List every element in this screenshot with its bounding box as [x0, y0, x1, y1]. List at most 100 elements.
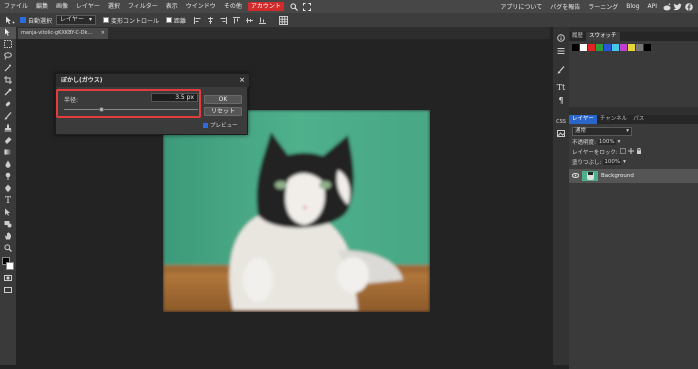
- align-left-icon[interactable]: [193, 16, 202, 24]
- grid-icon[interactable]: [277, 15, 289, 25]
- align-middle-icon[interactable]: [245, 17, 254, 24]
- menu-image[interactable]: 画像: [52, 0, 72, 13]
- eyedropper-tool[interactable]: [0, 87, 16, 99]
- properties-panel-button[interactable]: [553, 45, 569, 58]
- close-icon[interactable]: ×: [239, 74, 245, 87]
- layer-row[interactable]: Background: [569, 169, 698, 183]
- blur-tool[interactable]: [0, 159, 16, 171]
- screen-mode-tool[interactable]: [0, 285, 16, 297]
- auto-select-checkbox[interactable]: [20, 17, 26, 23]
- account-button[interactable]: アカウント: [247, 2, 284, 11]
- chevron-down-icon[interactable]: ▾: [618, 139, 621, 145]
- color-swatch[interactable]: [644, 44, 651, 51]
- zoom-tool[interactable]: [0, 243, 16, 255]
- bug-report-link[interactable]: バグを報告: [546, 2, 584, 11]
- color-swatch[interactable]: [604, 44, 611, 51]
- image-panel-button[interactable]: [553, 128, 569, 141]
- facebook-icon[interactable]: [683, 2, 694, 11]
- tab-swatches[interactable]: スウォッチ: [586, 32, 620, 41]
- color-swatch[interactable]: [580, 44, 587, 51]
- paragraph-panel-button[interactable]: ¶: [553, 94, 569, 107]
- lock-pixels-icon[interactable]: [619, 148, 626, 156]
- reset-button[interactable]: リセット: [204, 107, 242, 116]
- color-swatch[interactable]: [572, 44, 579, 51]
- quick-select-tool[interactable]: [0, 63, 16, 75]
- menu-more[interactable]: その他: [220, 0, 246, 13]
- menu-layer[interactable]: レイヤー: [72, 0, 104, 13]
- tab-layers[interactable]: レイヤー: [569, 115, 597, 124]
- align-right-icon[interactable]: [219, 16, 228, 24]
- menu-file[interactable]: ファイル: [0, 0, 32, 13]
- menu-edit[interactable]: 編集: [32, 0, 52, 13]
- align-center-icon[interactable]: [206, 16, 215, 24]
- distances-option[interactable]: 距離: [166, 16, 186, 25]
- menu-view[interactable]: 表示: [162, 0, 182, 13]
- shape-tool[interactable]: [0, 219, 16, 231]
- auto-select-target-dropdown[interactable]: レイヤー ▾: [56, 15, 97, 25]
- reddit-icon[interactable]: [661, 3, 672, 11]
- crop-tool[interactable]: [0, 75, 16, 87]
- align-bottom-icon[interactable]: [258, 17, 267, 24]
- lock-all-icon[interactable]: [636, 147, 642, 156]
- radius-input[interactable]: 3.5 px: [151, 93, 198, 102]
- color-swatch[interactable]: [588, 44, 595, 51]
- character-panel-button[interactable]: Tt: [553, 81, 569, 94]
- color-swatch[interactable]: [620, 44, 627, 51]
- auto-select-option[interactable]: 自動選択: [20, 16, 52, 25]
- pen-tool[interactable]: [0, 183, 16, 195]
- marquee-tool[interactable]: [0, 39, 16, 51]
- about-link[interactable]: アプリについて: [496, 2, 546, 11]
- preview-checkbox[interactable]: [203, 122, 208, 128]
- menu-window[interactable]: ウインドウ: [182, 0, 220, 13]
- transform-controls-option[interactable]: 変形コントロール: [103, 16, 159, 25]
- background-color[interactable]: [6, 262, 14, 270]
- eye-icon[interactable]: [571, 172, 580, 180]
- preview-option[interactable]: プレビュー: [203, 121, 238, 129]
- brush-tool[interactable]: [0, 111, 16, 123]
- document-tab[interactable]: manja-vitolic-gKXKBY-C-Dk... ×: [18, 28, 108, 39]
- css-panel-button[interactable]: CSS: [553, 115, 569, 128]
- type-tool[interactable]: T: [0, 195, 16, 207]
- radius-slider-track[interactable]: [64, 107, 198, 112]
- tab-paths[interactable]: パス: [630, 115, 647, 124]
- menu-filter[interactable]: フィルター: [124, 0, 162, 13]
- learning-link[interactable]: ラーニング: [584, 2, 622, 11]
- menu-select[interactable]: 選択: [104, 0, 124, 13]
- api-link[interactable]: API: [644, 3, 662, 10]
- chevron-down-icon[interactable]: ▾: [623, 159, 626, 165]
- blog-link[interactable]: Blog: [622, 3, 643, 10]
- blend-mode-dropdown[interactable]: 通常 ▾: [572, 127, 632, 136]
- tab-history[interactable]: 履歴: [569, 32, 586, 41]
- clone-stamp-tool[interactable]: [0, 123, 16, 135]
- twitter-icon[interactable]: [672, 3, 683, 11]
- gradient-tool[interactable]: [0, 147, 16, 159]
- search-icon[interactable]: [289, 2, 299, 12]
- color-swatch[interactable]: [628, 44, 635, 51]
- lasso-tool[interactable]: [0, 51, 16, 63]
- fill-input[interactable]: 100%: [603, 159, 622, 165]
- healing-tool[interactable]: [0, 99, 16, 111]
- path-select-tool[interactable]: [0, 207, 16, 219]
- color-swatch[interactable]: [596, 44, 603, 51]
- radius-slider-thumb[interactable]: [98, 107, 104, 112]
- fullscreen-icon[interactable]: [302, 2, 312, 12]
- distances-checkbox[interactable]: [166, 17, 173, 23]
- chevron-down-icon: ▾: [89, 16, 93, 23]
- info-panel-button[interactable]: [553, 32, 569, 45]
- color-swatch[interactable]: [636, 44, 643, 51]
- align-top-icon[interactable]: [232, 16, 241, 24]
- transform-controls-checkbox[interactable]: [103, 17, 110, 23]
- hand-tool[interactable]: [0, 231, 16, 243]
- color-swatch[interactable]: [612, 44, 619, 51]
- close-tab-icon[interactable]: ×: [101, 28, 105, 39]
- brush-panel-button[interactable]: [553, 64, 569, 77]
- move-tool[interactable]: [0, 27, 16, 39]
- quick-mask-tool[interactable]: [0, 273, 16, 285]
- tab-channels[interactable]: チャンネル: [597, 115, 630, 124]
- canvas-image[interactable]: [163, 110, 430, 312]
- opacity-input[interactable]: 100%: [597, 139, 616, 145]
- lock-position-icon[interactable]: [627, 148, 634, 156]
- eraser-tool[interactable]: [0, 135, 16, 147]
- ok-button[interactable]: OK: [204, 95, 242, 104]
- dodge-tool[interactable]: [0, 171, 16, 183]
